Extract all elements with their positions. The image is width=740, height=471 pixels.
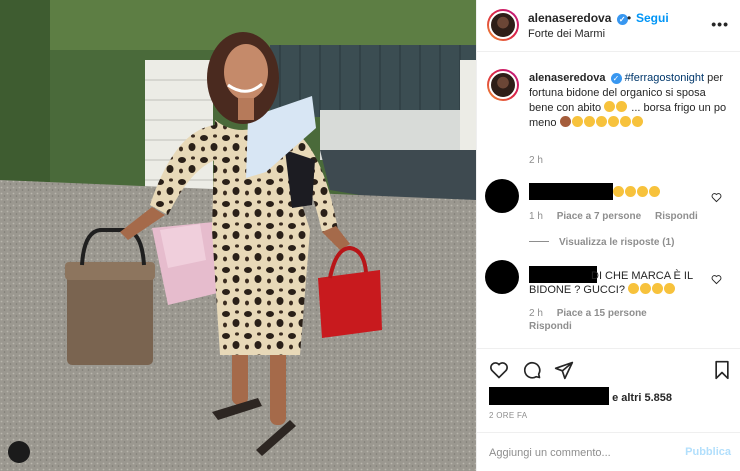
laughing-emoji-icon	[631, 116, 643, 127]
share-icon[interactable]	[554, 360, 574, 380]
comment-like-icon[interactable]	[711, 274, 722, 285]
post-caption: alenaseredova ✓ #ferragostonight per for…	[529, 71, 727, 131]
redacted-liker	[489, 387, 609, 405]
caption-username[interactable]: alenaseredova	[529, 72, 605, 84]
post-photo[interactable]	[0, 0, 476, 471]
reply-button[interactable]: Rispondi	[529, 321, 572, 332]
caption-avatar[interactable]	[487, 69, 519, 101]
caption-hashtag[interactable]: #ferragostonight	[625, 72, 705, 84]
heart-icon[interactable]	[489, 360, 509, 380]
laughing-emoji-icon	[664, 283, 676, 294]
likes-suffix[interactable]: e altri 5.858	[612, 392, 672, 404]
comment-likes[interactable]: Piace a 15 persone	[557, 308, 647, 319]
comment-input[interactable]	[489, 444, 679, 462]
comment-likes[interactable]: Piace a 7 persone	[557, 211, 642, 222]
more-icon[interactable]: •••	[711, 16, 729, 32]
reply-button[interactable]: Rispondi	[655, 211, 698, 222]
comment-meta: 1 h Piace a 7 persone Rispondi	[529, 211, 709, 222]
comment-avatar[interactable]	[485, 260, 519, 294]
redacted-username	[529, 266, 597, 283]
post-header: alenaseredova ✓ • Segui Forte dei Marmi …	[477, 0, 740, 52]
user-tag-icon[interactable]	[8, 441, 30, 463]
photo-illustration	[0, 0, 476, 471]
laughing-emoji-icon	[595, 116, 607, 127]
verified-icon: ✓	[610, 73, 622, 84]
comment-time: 2 h	[529, 308, 543, 319]
post-detail-panel: alenaseredova ✓ • Segui Forte dei Marmi …	[476, 0, 740, 471]
laughing-emoji-icon	[628, 283, 640, 294]
laughing-emoji-icon	[583, 116, 595, 127]
caption-time: 2 h	[529, 155, 543, 166]
laughing-emoji-icon	[649, 186, 660, 197]
comment-time: 1 h	[529, 211, 543, 222]
comment-meta: 2 h Piace a 15 persone Rispondi	[529, 307, 669, 333]
add-comment-bar: Pubblica	[477, 432, 740, 471]
publish-button[interactable]: Pubblica	[685, 446, 731, 458]
likes-count[interactable]: e altri 5.858	[489, 387, 672, 405]
post-location[interactable]: Forte dei Marmi	[528, 28, 605, 40]
post-age: 2 ORE FA	[489, 411, 528, 420]
laughing-emoji-icon	[571, 116, 583, 127]
laughing-emoji-icon	[607, 116, 619, 127]
post-username-text[interactable]: alenaseredova	[528, 11, 611, 25]
laughing-emoji-icon	[625, 186, 636, 197]
laughing-emoji-icon	[613, 186, 624, 197]
laughing-emoji-icon	[619, 116, 631, 127]
post-actions: e altri 5.858 2 ORE FA	[477, 348, 740, 440]
header-separator: •	[627, 11, 632, 25]
follow-button[interactable]: Segui	[636, 11, 669, 25]
person-emoji-icon	[559, 116, 571, 127]
laughing-emoji-icon	[604, 101, 616, 112]
comment-body: DI CHE MARCA È IL BIDONE ? GUCCI?	[529, 266, 705, 297]
comment-avatar[interactable]	[485, 179, 519, 213]
comment-like-icon[interactable]	[711, 192, 722, 203]
laughing-emoji-icon	[640, 283, 652, 294]
laughing-emoji-icon	[616, 101, 628, 112]
avatar[interactable]	[487, 9, 519, 41]
comment-body	[529, 183, 661, 200]
bookmark-icon[interactable]	[713, 360, 731, 380]
view-replies-button[interactable]: Visualizza le risposte (1)	[529, 237, 674, 248]
laughing-emoji-icon	[652, 283, 664, 294]
post-username[interactable]: alenaseredova ✓	[528, 11, 628, 25]
laughing-emoji-icon	[637, 186, 648, 197]
comment-icon[interactable]	[522, 360, 542, 380]
redacted-username	[529, 183, 613, 200]
